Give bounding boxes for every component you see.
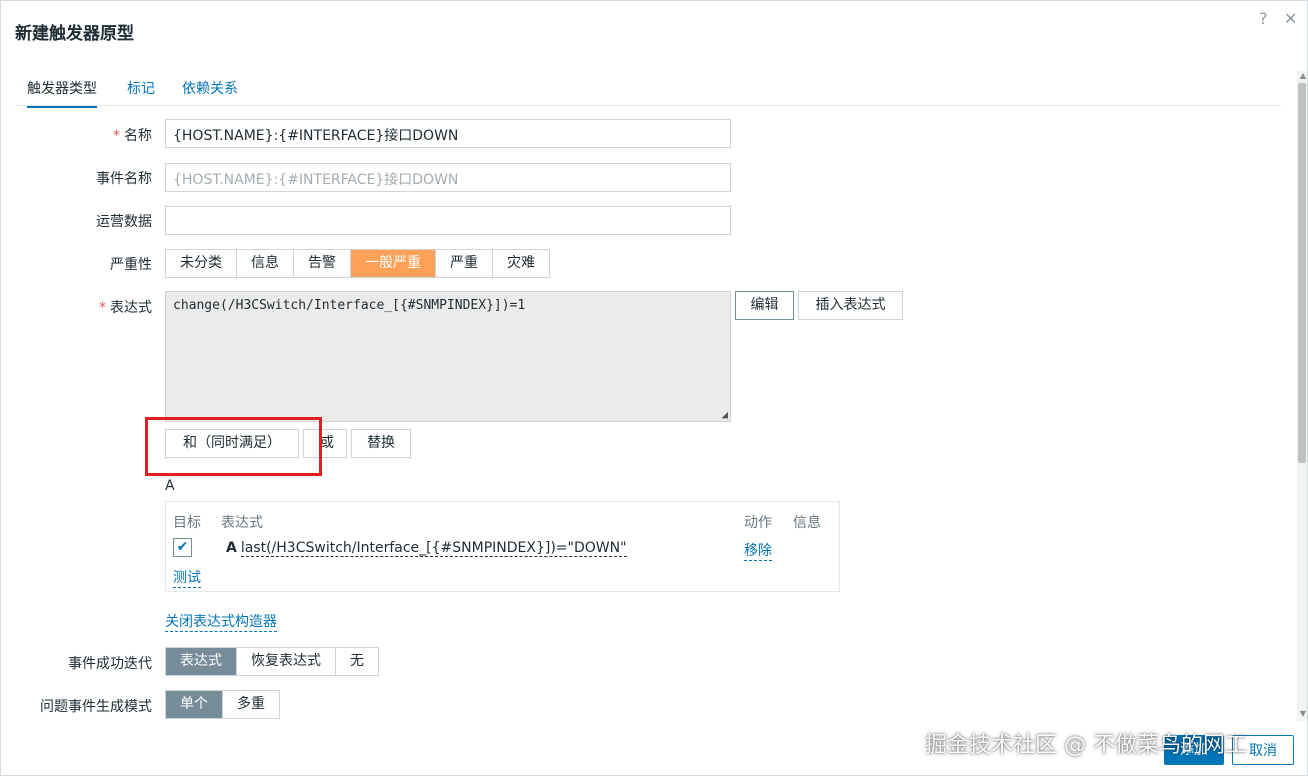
checkmark-icon: ✔: [176, 539, 189, 555]
builder-group-label: A: [165, 478, 175, 494]
header-target: 目标: [173, 515, 201, 531]
tab-tags[interactable]: 标记: [127, 78, 155, 106]
severity-information[interactable]: 信息: [237, 250, 294, 277]
opdata-label: 运营数据: [96, 214, 152, 230]
severity-selector: 未分类 信息 告警 一般严重 严重 灾难: [165, 249, 550, 278]
scrollbar-thumb[interactable]: [1298, 83, 1306, 463]
insert-expression-button[interactable]: 插入表达式: [798, 291, 903, 320]
replace-button[interactable]: 替换: [351, 429, 411, 458]
header-info: 信息: [793, 515, 821, 531]
event-name-input[interactable]: {HOST.NAME}:{#INTERFACE}接口DOWN: [165, 163, 731, 192]
severity-warning[interactable]: 告警: [294, 250, 351, 277]
close-builder-link[interactable]: 关闭表达式构造器: [165, 611, 277, 632]
ok-event-recovery-expression[interactable]: 恢复表达式: [237, 648, 336, 675]
severity-average[interactable]: 一般严重: [351, 250, 436, 277]
severity-disaster[interactable]: 灾难: [493, 250, 549, 277]
ok-event-selector: 表达式 恢复表达式 无: [165, 647, 379, 676]
scroll-down-arrow-icon[interactable]: ▼: [1300, 709, 1306, 718]
expression-value: change(/H3CSwitch/Interface_[{#SNMPINDEX…: [173, 298, 526, 313]
opdata-input[interactable]: [165, 206, 731, 235]
required-mark: *: [113, 128, 120, 144]
header-expression: 表达式: [221, 515, 263, 531]
row-letter: A: [226, 540, 237, 556]
remove-link[interactable]: 移除: [744, 540, 772, 561]
resize-handle-icon[interactable]: ◢: [721, 408, 728, 421]
test-link[interactable]: 测试: [173, 567, 201, 588]
edit-expression-button[interactable]: 编辑: [735, 291, 794, 320]
name-input[interactable]: {HOST.NAME}:{#INTERFACE}接口DOWN: [165, 119, 731, 148]
tab-bar: 触发器类型 标记 依赖关系: [15, 73, 1281, 108]
ok-event-none[interactable]: 无: [336, 648, 378, 675]
ok-event-expression[interactable]: 表达式: [166, 648, 237, 675]
event-name-label: 事件名称: [96, 171, 152, 187]
ok-event-label: 事件成功迭代: [68, 656, 152, 672]
expression-textarea[interactable]: change(/H3CSwitch/Interface_[{#SNMPINDEX…: [165, 291, 731, 422]
close-icon[interactable]: ✕: [1284, 9, 1297, 28]
header-action: 动作: [744, 515, 772, 531]
expression-label: * 表达式: [12, 297, 152, 317]
row-expression: last(/H3CSwitch/Interface_[{#SNMPINDEX}]…: [240, 540, 627, 557]
scroll-up-arrow-icon[interactable]: ▲: [1300, 71, 1306, 80]
tab-dependencies[interactable]: 依赖关系: [182, 78, 238, 106]
watermark: 掘金技术社区 @ 不做菜鸟的网工: [925, 733, 1247, 758]
expression-builder-table: 目标 表达式 动作 信息 ✔ Alast(/H3CSwitch/Interfac…: [165, 501, 840, 592]
problem-mode-label: 问题事件生成模式: [40, 699, 152, 715]
dialog-title: 新建触发器原型: [15, 24, 134, 44]
severity-not-classified[interactable]: 未分类: [166, 250, 237, 277]
problem-mode-single[interactable]: 单个: [166, 691, 223, 718]
builder-expression-row: Alast(/H3CSwitch/Interface_[{#SNMPINDEX}…: [226, 540, 627, 557]
problem-mode-multiple[interactable]: 多重: [223, 691, 279, 718]
problem-mode-selector: 单个 多重: [165, 690, 280, 719]
tab-trigger-type[interactable]: 触发器类型: [27, 78, 97, 108]
expression-label-text: 表达式: [110, 300, 152, 316]
required-mark: *: [99, 300, 106, 316]
target-checkbox[interactable]: ✔: [173, 538, 192, 557]
severity-label: 严重性: [110, 257, 152, 273]
name-label-text: 名称: [124, 128, 152, 144]
severity-high[interactable]: 严重: [436, 250, 493, 277]
name-label: * 名称: [12, 125, 152, 145]
trigger-prototype-dialog: 新建触发器原型 ? ✕ ▲ ▼ 触发器类型 标记 依赖关系 * 名称 {HOST.…: [0, 0, 1308, 776]
help-icon[interactable]: ?: [1259, 9, 1268, 28]
highlight-box: [145, 417, 322, 476]
